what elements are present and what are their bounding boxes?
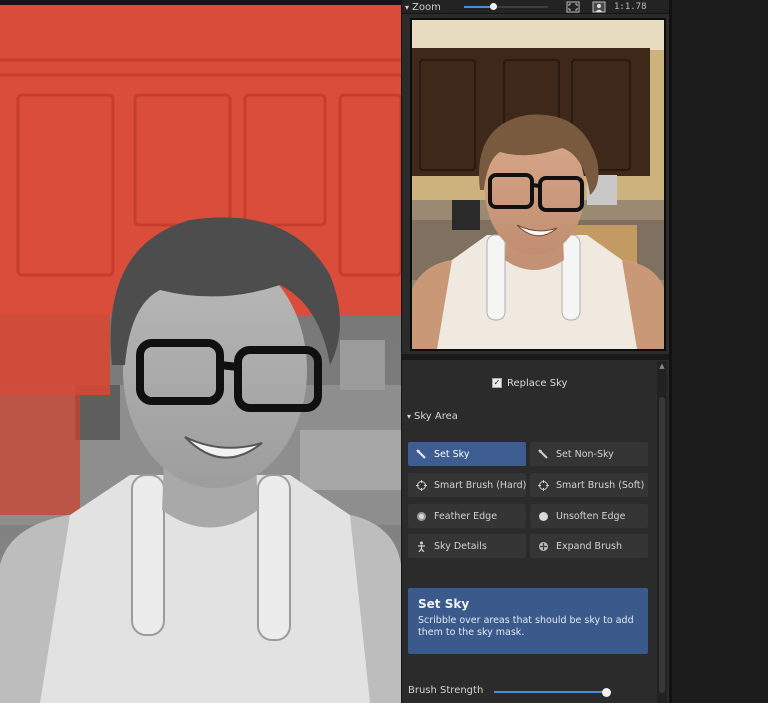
chevron-down-icon: ▾ — [405, 2, 410, 12]
smart-brush-hard-label: Smart Brush (Hard) — [434, 479, 527, 491]
unsoften-edge-button[interactable]: Unsoften Edge — [530, 504, 648, 528]
scrollbar-thumb[interactable] — [659, 397, 665, 693]
expand-icon — [538, 541, 549, 552]
expand-brush-button[interactable]: Expand Brush — [530, 534, 648, 558]
brush-strength-track — [494, 691, 606, 693]
crosshair-icon — [416, 479, 427, 491]
info-title: Set Sky — [418, 597, 470, 611]
image-canvas[interactable] — [0, 0, 401, 703]
brush-strength-handle[interactable] — [601, 688, 611, 697]
navigator-preview[interactable] — [410, 18, 666, 351]
set-sky-label: Set Sky — [434, 448, 470, 460]
right-gutter — [669, 0, 768, 703]
scroll-up-icon[interactable]: ▲ — [657, 361, 667, 371]
brush-strength-label: Brush Strength — [408, 685, 484, 696]
set-non-sky-button[interactable]: Set Non-Sky — [530, 442, 648, 466]
smart-brush-hard-button[interactable]: Smart Brush (Hard) — [408, 473, 526, 497]
sky-details-icon — [416, 541, 427, 552]
feather-dot-icon — [416, 511, 427, 522]
chevron-down-icon: ▾ — [407, 411, 412, 421]
replace-sky-checkbox[interactable]: ✓ Replace Sky — [492, 376, 567, 390]
brush-icon — [538, 448, 549, 460]
sky-details-label: Sky Details — [434, 540, 487, 552]
zoom-section-toggle[interactable]: ▾ Zoom — [405, 0, 441, 14]
smart-brush-soft-button[interactable]: Smart Brush (Soft) — [530, 473, 648, 497]
zoom-slider-handle[interactable] — [489, 3, 497, 10]
crosshair-icon — [538, 479, 549, 491]
set-sky-button[interactable]: Set Sky — [408, 442, 526, 466]
panel-scrollbar[interactable]: ▲ — [657, 361, 667, 703]
feather-edge-label: Feather Edge — [434, 510, 498, 522]
masked-photo — [0, 5, 401, 703]
checkbox-checked-icon[interactable]: ✓ — [492, 378, 502, 388]
sky-details-button[interactable]: Sky Details — [408, 534, 526, 558]
expand-brush-label: Expand Brush — [556, 540, 622, 552]
right-panel: ▾ Zoom 1:1.78 ▲ ✓ Replace Sky ▾ Sky Area… — [401, 0, 670, 703]
sky-area-header-label: Sky Area — [414, 410, 458, 422]
unsoften-edge-label: Unsoften Edge — [556, 510, 626, 522]
fit-to-screen-icon[interactable] — [564, 0, 582, 14]
sky-area-section-toggle[interactable]: ▾ Sky Area — [407, 409, 458, 423]
feather-edge-button[interactable]: Feather Edge — [408, 504, 526, 528]
smart-brush-soft-label: Smart Brush (Soft) — [556, 479, 645, 491]
replace-sky-label: Replace Sky — [507, 377, 568, 389]
zoom-slider[interactable] — [454, 0, 552, 14]
zoom-header: ▾ Zoom 1:1.78 — [402, 0, 670, 14]
solid-dot-icon — [538, 511, 549, 522]
brush-strength-slider[interactable] — [494, 686, 611, 698]
zoom-label: Zoom — [412, 1, 441, 13]
set-non-sky-label: Set Non-Sky — [556, 448, 614, 460]
info-description: Scribble over areas that should be sky t… — [418, 615, 634, 638]
zoom-ratio: 1:1.78 — [614, 2, 647, 12]
gutter-divider — [669, 0, 672, 703]
preview-photo — [412, 20, 664, 349]
panel-divider — [402, 354, 670, 360]
brush-icon — [416, 448, 427, 460]
tool-info-box: Set Sky Scribble over areas that should … — [408, 588, 648, 654]
zoom-slider-fill — [464, 6, 494, 8]
person-icon[interactable] — [590, 0, 608, 14]
